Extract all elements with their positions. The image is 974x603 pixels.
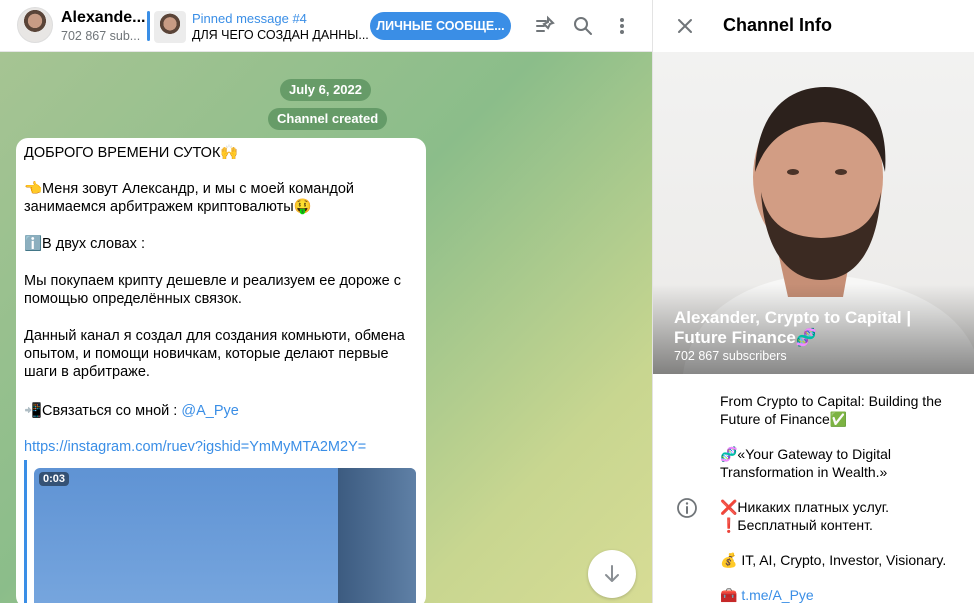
info-header: Channel Info xyxy=(653,0,974,52)
description-line: ❗Бесплатный контент. xyxy=(720,517,873,533)
contact-prefix: 📲Связаться со мной : xyxy=(24,403,182,419)
direct-messages-button[interactable]: ЛИЧНЫЕ СООБЩЕ... xyxy=(370,12,511,40)
message-line: шаги в арбитраже. xyxy=(24,364,150,380)
arrow-down-icon xyxy=(605,565,619,582)
info-title: Channel Info xyxy=(723,15,832,35)
description-line: 🧬«Your Gateway to Digital xyxy=(720,446,892,462)
channel-info-panel: Channel Info Alexander, Crypto to Capita… xyxy=(652,0,974,603)
service-message: Channel created xyxy=(268,108,388,130)
message-bubble[interactable]: ДОБРОГО ВРЕМЕНИ СУТОК🙌 👈Меня зовут Алекс… xyxy=(16,138,426,603)
info-icon xyxy=(675,496,699,520)
description-line: 💰 IT, AI, Crypto, Investor, Visionary. xyxy=(720,552,947,568)
chat-column: Alexande... 702 867 sub... Pinned messag… xyxy=(0,0,652,603)
message-line: ДОБРОГО ВРЕМЕНИ СУТОК🙌 xyxy=(24,145,239,161)
search-icon[interactable] xyxy=(571,14,595,38)
message-line: Мы покупаем крипту дешевле и реализуем е… xyxy=(24,273,401,289)
pinned-thumbnail[interactable] xyxy=(154,11,186,43)
video-duration: 0:03 xyxy=(39,472,70,486)
pinned-list-icon[interactable] xyxy=(533,14,557,38)
message-line: занимаемся арбитражем криптовалюты🤑 xyxy=(24,199,312,215)
description-line: ❌Никаких платных услуг. xyxy=(720,499,890,515)
message-line: опытом, и помощи новичкам, которые делаю… xyxy=(24,346,389,362)
pinned-indicator xyxy=(147,11,150,41)
description-line: From Crypto to Capital: Building the xyxy=(720,393,942,409)
channel-photo[interactable]: Alexander, Crypto to Capital | Future Fi… xyxy=(653,52,974,374)
description-line: Future of Finance✅ xyxy=(720,411,848,427)
link-preview[interactable]: 0:03 xyxy=(24,460,420,603)
description-line: Transformation in Wealth.» xyxy=(720,464,888,480)
message-line: 👈Меня зовут Александр, и мы с моей коман… xyxy=(24,181,354,197)
contact-handle-link[interactable]: @A_Pye xyxy=(181,403,238,419)
pinned-text[interactable]: ДЛЯ ЧЕГО СОЗДАН ДАННЫ... xyxy=(192,28,369,42)
video-preview[interactable]: 0:03 xyxy=(34,468,416,603)
channel-subscribers: 702 867 sub... xyxy=(61,29,141,43)
more-vertical-icon[interactable] xyxy=(610,14,634,38)
date-pill: July 6, 2022 xyxy=(280,79,371,101)
message-line: Данный канал я создал для создания комнь… xyxy=(24,328,405,344)
contact-line: 📲Связаться со мной : @A_Pye xyxy=(24,402,239,419)
channel-subscriber-count: 702 867 subscribers xyxy=(674,349,787,363)
instagram-link[interactable]: https://instagram.com/ruev?igshid=YmMyMT… xyxy=(24,439,366,455)
scroll-down-button[interactable] xyxy=(588,550,636,598)
channel-link[interactable]: t.me/A_Pye xyxy=(741,587,813,603)
message-line: помощью определённых связок. xyxy=(24,291,242,307)
chat-header: Alexande... 702 867 sub... Pinned messag… xyxy=(0,0,652,52)
close-icon[interactable] xyxy=(673,14,697,38)
video-frame-building xyxy=(338,468,416,603)
pinned-title[interactable]: Pinned message #4 xyxy=(192,11,307,26)
description-link-line: 🧰 t.me/A_Pye xyxy=(720,587,814,603)
channel-full-name: Alexander, Crypto to Capital | Future Fi… xyxy=(674,308,912,347)
link-prefix: 🧰 xyxy=(720,587,742,603)
message-line: ℹ️В двух словах : xyxy=(24,236,145,252)
channel-avatar[interactable] xyxy=(17,7,53,43)
channel-name[interactable]: Alexande... xyxy=(61,9,145,27)
